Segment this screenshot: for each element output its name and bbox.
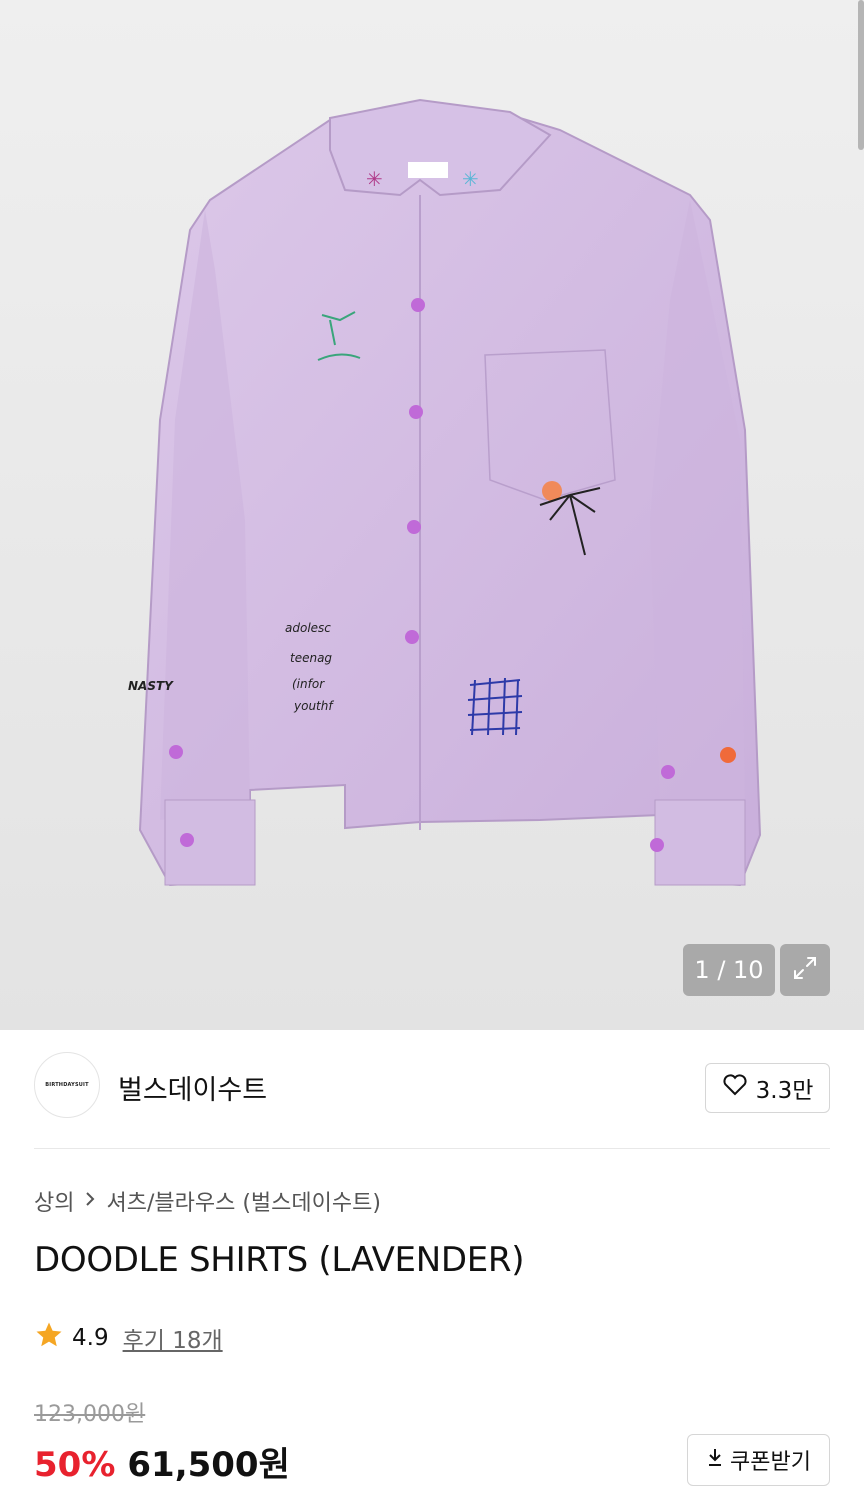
breadcrumb-category[interactable]: 상의	[34, 1185, 74, 1217]
expand-button[interactable]	[780, 944, 830, 996]
download-icon	[706, 1446, 724, 1474]
discount-rate: 50%	[34, 1445, 116, 1485]
product-image: adolesc teenag (infor youthf NASTY ✳ ✳	[128, 98, 762, 887]
like-count: 3.3만	[755, 1078, 814, 1104]
svg-text:✳: ✳	[366, 167, 383, 191]
svg-text:✳: ✳	[462, 167, 479, 191]
like-button[interactable]: 3.3만	[705, 1063, 830, 1113]
price-row: 50% 61,500원	[34, 1437, 290, 1486]
heart-outline-icon	[722, 1073, 748, 1103]
image-counter: 1 / 10	[683, 944, 775, 996]
svg-text:(infor: (infor	[292, 677, 325, 691]
brand-name[interactable]: 벌스데이수트	[118, 1068, 267, 1107]
breadcrumb-subcategory[interactable]: 셔츠/블라우스 (벌스데이수트)	[106, 1185, 380, 1217]
brand-logo[interactable]: BIRTHDAYSUIT	[34, 1052, 100, 1118]
sale-price: 61,500원	[127, 1445, 290, 1485]
coupon-label: 쿠폰받기	[730, 1450, 811, 1475]
reviews-link[interactable]: 후기 18개	[123, 1321, 223, 1355]
original-price: 123,000원	[34, 1402, 146, 1427]
chevron-right-icon	[84, 1189, 96, 1214]
brand-logo-text: BIRTHDAYSUIT	[45, 1082, 89, 1088]
product-title: DOODLE SHIRTS (LAVENDER)	[34, 1240, 525, 1280]
scrollbar-thumb[interactable]	[858, 0, 864, 150]
breadcrumb: 상의 셔츠/블라우스 (벌스데이수트)	[34, 1185, 381, 1217]
brand-row: BIRTHDAYSUIT 벌스데이수트 3.3만	[34, 1052, 830, 1124]
star-icon	[34, 1320, 64, 1356]
rating-score: 4.9	[72, 1325, 109, 1351]
svg-text:teenag: teenag	[290, 651, 332, 665]
svg-text:adolesc: adolesc	[285, 621, 331, 635]
product-image-gallery[interactable]: adolesc teenag (infor youthf NASTY ✳ ✳ 1…	[0, 0, 864, 1030]
svg-text:youthf: youthf	[293, 699, 334, 713]
svg-text:NASTY: NASTY	[128, 679, 174, 693]
coupon-button[interactable]: 쿠폰받기	[687, 1434, 830, 1486]
expand-icon	[791, 954, 819, 986]
divider	[34, 1148, 830, 1149]
rating-row: 4.9 후기 18개	[34, 1320, 223, 1356]
